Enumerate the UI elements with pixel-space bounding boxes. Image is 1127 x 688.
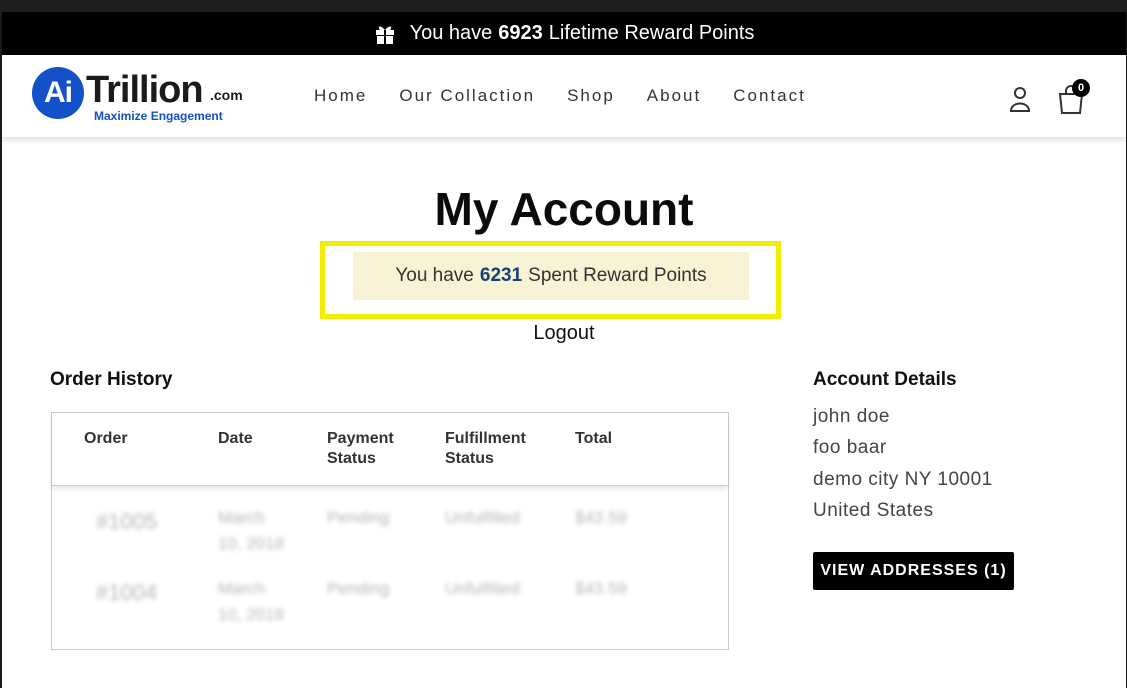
nav-contact[interactable]: Contact <box>733 86 806 106</box>
announcement-prefix: You have <box>409 22 493 44</box>
logo-brand: Trillion <box>86 69 204 111</box>
order-date-day: 10, 2018 <box>218 605 285 624</box>
gift-icon <box>375 26 394 44</box>
payment-status: Pending <box>327 508 390 527</box>
col-order: Order <box>84 430 128 447</box>
order-total: $43.59 <box>575 508 627 527</box>
order-date-month: March <box>218 579 266 598</box>
order-date-month: March <box>218 508 266 527</box>
site-logo[interactable]: Ai Trillion .com Maximize Engagement <box>32 67 252 127</box>
payment-status: Pending <box>327 579 390 598</box>
announcement-bar: You have 6923 Lifetime Reward Points <box>2 12 1126 55</box>
main-nav: Home Our Collaction Shop About Contact <box>314 55 838 137</box>
spent-points-prefix: You have <box>395 265 474 286</box>
spent-points-note: You have 6231 Spent Reward Points <box>353 252 749 300</box>
account-country: United States <box>813 500 934 521</box>
logo-tagline: Maximize Engagement <box>94 109 223 123</box>
table-header: Order Date Payment Status Fulfillment St… <box>52 413 728 486</box>
cart-count-badge: 0 <box>1072 79 1090 97</box>
logo-tld: .com <box>210 87 243 103</box>
fulfillment-status: Unfulfilled <box>445 579 520 598</box>
order-date-day: 10, 2018 <box>218 534 285 553</box>
order-history-table: Order Date Payment Status Fulfillment St… <box>51 412 729 650</box>
page-title: My Account <box>434 183 694 235</box>
spent-points-suffix: Spent Reward Points <box>528 265 707 286</box>
nav-about[interactable]: About <box>647 86 701 106</box>
fulfillment-status: Unfulfilled <box>445 508 520 527</box>
col-total: Total <box>575 430 613 447</box>
view-addresses-button[interactable]: VIEW ADDRESSES (1) <box>813 552 1014 590</box>
lifetime-points-value: 6923 <box>498 22 543 44</box>
table-row[interactable]: #1005 March 10, 2018 Pending Unfulfilled… <box>52 505 728 575</box>
account-details-heading: Account Details <box>813 369 957 390</box>
table-row[interactable]: #1004 March 10, 2018 Pending Unfulfilled… <box>52 576 728 646</box>
col-payment-status: Payment Status <box>327 430 394 467</box>
page-frame: You have 6923 Lifetime Reward Points Ai … <box>2 12 1126 688</box>
order-number[interactable]: #1004 <box>96 580 157 606</box>
order-history-heading: Order History <box>50 369 173 390</box>
logo-mark: Ai <box>32 67 84 119</box>
account-city-line: demo city NY 10001 <box>813 469 993 490</box>
order-number[interactable]: #1005 <box>96 509 157 535</box>
order-total: $43.59 <box>575 579 627 598</box>
col-fulfillment-status: Fulfillment Status <box>445 430 526 467</box>
account-name: john doe <box>813 406 890 427</box>
nav-collection[interactable]: Our Collaction <box>399 86 535 106</box>
logout-link[interactable]: Logout <box>2 322 1126 345</box>
announcement-suffix: Lifetime Reward Points <box>548 22 755 44</box>
spent-points-value: 6231 <box>479 265 523 286</box>
site-header: Ai Trillion .com Maximize Engagement Hom… <box>2 55 1126 137</box>
nav-home[interactable]: Home <box>314 86 367 106</box>
col-date: Date <box>218 430 253 447</box>
nav-shop[interactable]: Shop <box>567 86 615 106</box>
account-company: foo baar <box>813 437 887 458</box>
user-icon[interactable] <box>1008 85 1032 113</box>
